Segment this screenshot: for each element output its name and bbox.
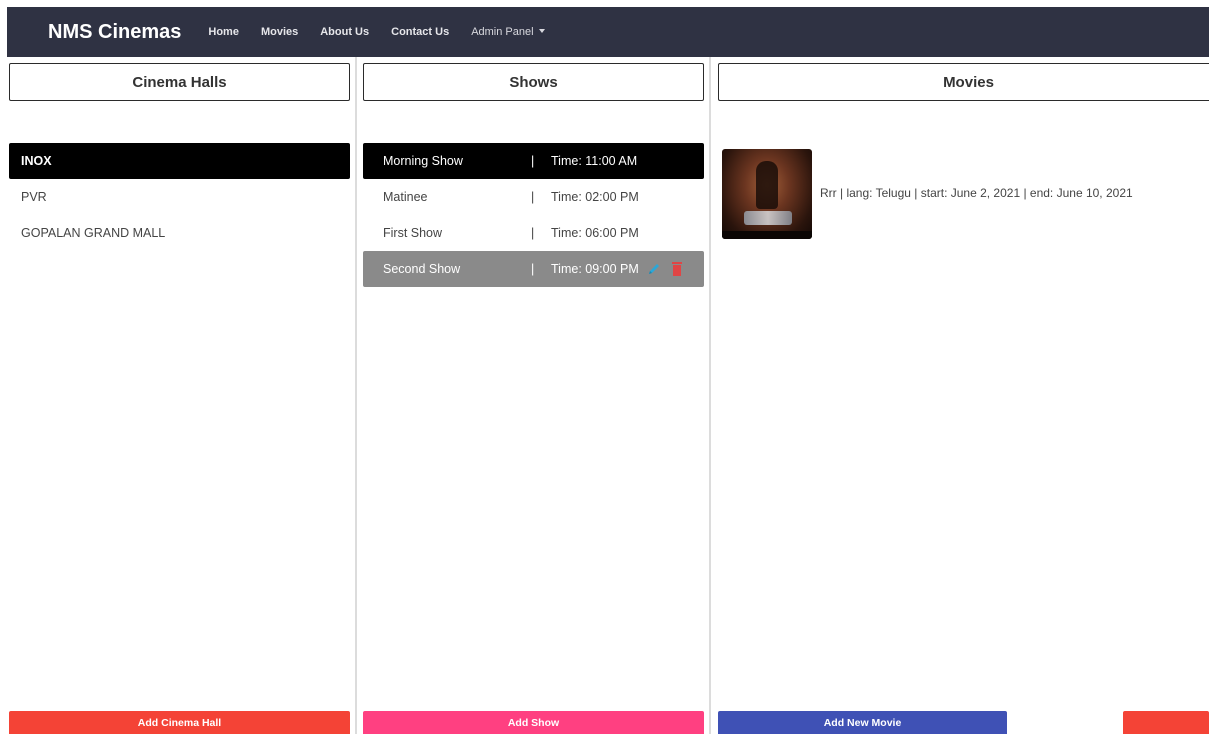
show-time: Time: 11:00 AM	[551, 154, 638, 168]
show-separator: |	[531, 226, 535, 240]
hall-item-inox[interactable]: INOX	[9, 143, 350, 179]
show-separator: |	[531, 154, 535, 168]
admin-panel-label: Admin Panel	[471, 26, 534, 38]
brand-logo[interactable]: NMS Cinemas	[48, 21, 181, 44]
show-name: First Show	[383, 226, 443, 240]
hall-name: GOPALAN GRAND MALL	[21, 226, 166, 240]
show-separator: |	[531, 262, 535, 276]
nav-about-us[interactable]: About Us	[320, 26, 369, 38]
delete-movie-button[interactable]	[1123, 711, 1209, 734]
cinema-halls-header: Cinema Halls	[9, 63, 350, 101]
movie-poster	[722, 149, 812, 239]
admin-panel-dropdown[interactable]: Admin Panel	[471, 26, 545, 38]
movie-details: Rrr | lang: Telugu | start: June 2, 2021…	[820, 186, 1133, 200]
hall-item-pvr[interactable]: PVR	[9, 179, 350, 215]
nav-contact-us[interactable]: Contact Us	[391, 26, 449, 38]
hall-item-gopalan-grand-mall[interactable]: GOPALAN GRAND MALL	[9, 215, 350, 251]
show-name: Matinee	[383, 190, 428, 204]
show-item-matinee[interactable]: Matinee | Time: 02:00 PM	[363, 179, 704, 215]
navbar: NMS Cinemas Home Movies About Us Contact…	[7, 7, 1209, 57]
show-time: Time: 06:00 PM	[551, 226, 639, 240]
hall-name: INOX	[21, 154, 52, 168]
show-item-first-show[interactable]: First Show | Time: 06:00 PM	[363, 215, 704, 251]
add-new-movie-button[interactable]: Add New Movie	[718, 711, 1007, 734]
caret-down-icon	[538, 29, 545, 34]
show-name: Second Show	[383, 262, 461, 276]
show-time: Time: 02:00 PM	[551, 190, 639, 204]
nav-home[interactable]: Home	[208, 26, 239, 38]
trash-icon[interactable]	[672, 262, 682, 276]
show-time: Time: 09:00 PM	[551, 262, 639, 276]
nav-movies[interactable]: Movies	[261, 26, 298, 38]
column-divider	[709, 57, 711, 734]
movies-header: Movies	[718, 63, 1209, 101]
show-name: Morning Show	[383, 154, 463, 168]
pencil-icon[interactable]	[647, 262, 661, 276]
show-item-second-show[interactable]: Second Show | Time: 09:00 PM	[363, 251, 704, 287]
show-item-morning-show[interactable]: Morning Show | Time: 11:00 AM	[363, 143, 704, 179]
show-separator: |	[531, 190, 535, 204]
add-cinema-hall-button[interactable]: Add Cinema Hall	[9, 711, 350, 734]
column-divider	[355, 57, 357, 734]
movie-item[interactable]: Rrr | lang: Telugu | start: June 2, 2021…	[722, 149, 1133, 239]
add-show-button[interactable]: Add Show	[363, 711, 704, 734]
hall-name: PVR	[21, 190, 47, 204]
shows-header: Shows	[363, 63, 704, 101]
